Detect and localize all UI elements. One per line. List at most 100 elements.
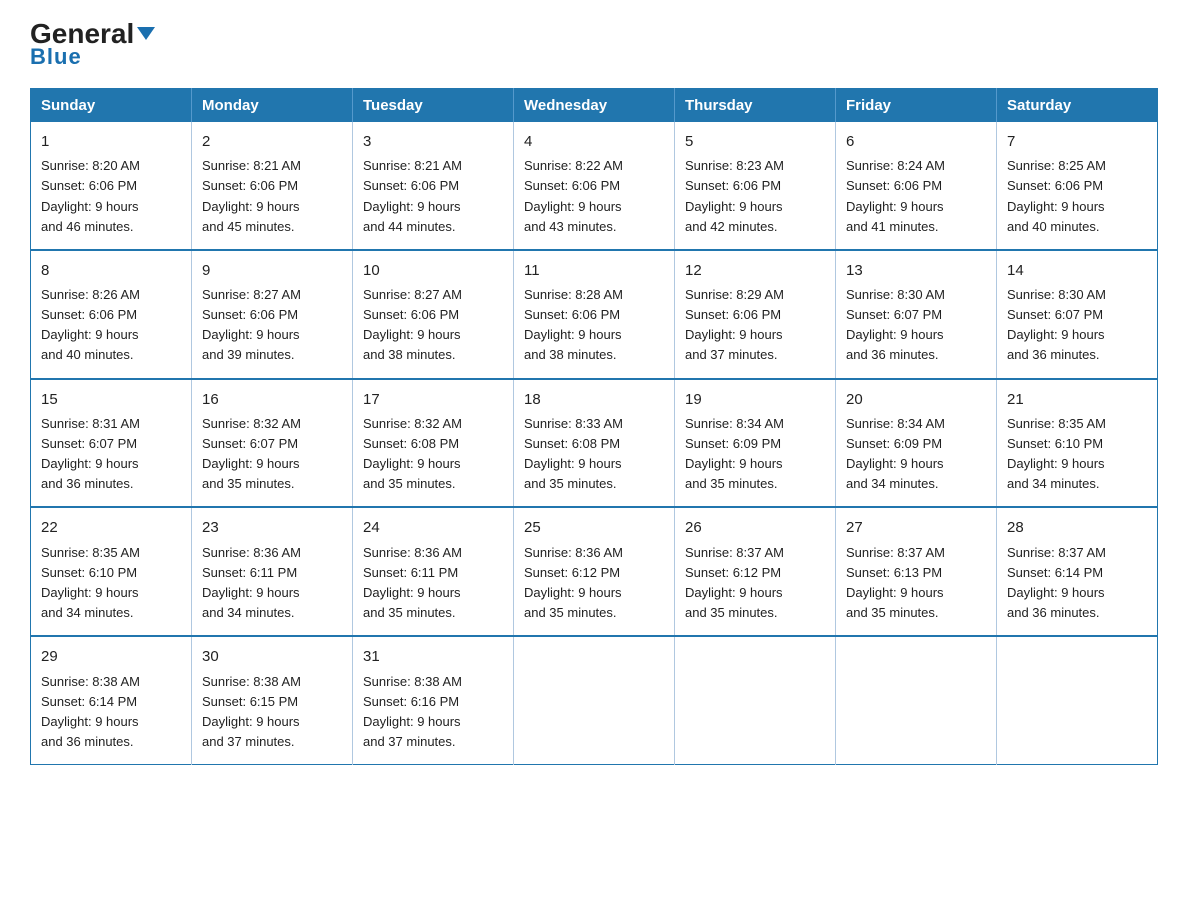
calendar-week-4: 22 Sunrise: 8:35 AMSunset: 6:10 PMDayligh…: [31, 507, 1158, 636]
day-info: Sunrise: 8:24 AMSunset: 6:06 PMDaylight:…: [846, 158, 945, 233]
day-info: Sunrise: 8:28 AMSunset: 6:06 PMDaylight:…: [524, 287, 623, 362]
day-number: 22: [41, 516, 181, 539]
calendar-week-1: 1 Sunrise: 8:20 AMSunset: 6:06 PMDaylight…: [31, 122, 1158, 250]
day-info: Sunrise: 8:34 AMSunset: 6:09 PMDaylight:…: [685, 416, 784, 491]
day-info: Sunrise: 8:33 AMSunset: 6:08 PMDaylight:…: [524, 416, 623, 491]
day-info: Sunrise: 8:36 AMSunset: 6:11 PMDaylight:…: [363, 545, 462, 620]
calendar-day-27: 27 Sunrise: 8:37 AMSunset: 6:13 PMDayligh…: [836, 507, 997, 636]
calendar-day-30: 30 Sunrise: 8:38 AMSunset: 6:15 PMDayligh…: [192, 636, 353, 764]
day-number: 9: [202, 259, 342, 282]
calendar-day-24: 24 Sunrise: 8:36 AMSunset: 6:11 PMDayligh…: [353, 507, 514, 636]
day-info: Sunrise: 8:37 AMSunset: 6:13 PMDaylight:…: [846, 545, 945, 620]
day-info: Sunrise: 8:38 AMSunset: 6:14 PMDaylight:…: [41, 674, 140, 749]
calendar-day-23: 23 Sunrise: 8:36 AMSunset: 6:11 PMDayligh…: [192, 507, 353, 636]
day-number: 7: [1007, 130, 1147, 153]
calendar-day-3: 3 Sunrise: 8:21 AMSunset: 6:06 PMDaylight…: [353, 122, 514, 250]
weekday-header-monday: Monday: [192, 89, 353, 123]
day-info: Sunrise: 8:35 AMSunset: 6:10 PMDaylight:…: [41, 545, 140, 620]
calendar-day-15: 15 Sunrise: 8:31 AMSunset: 6:07 PMDayligh…: [31, 379, 192, 508]
day-number: 23: [202, 516, 342, 539]
calendar-day-13: 13 Sunrise: 8:30 AMSunset: 6:07 PMDayligh…: [836, 250, 997, 379]
calendar-day-1: 1 Sunrise: 8:20 AMSunset: 6:06 PMDaylight…: [31, 122, 192, 250]
day-info: Sunrise: 8:27 AMSunset: 6:06 PMDaylight:…: [363, 287, 462, 362]
calendar-day-28: 28Sunrise: 8:37 AMSunset: 6:14 PMDayligh…: [997, 507, 1158, 636]
calendar-day-31: 31 Sunrise: 8:38 AMSunset: 6:16 PMDayligh…: [353, 636, 514, 764]
calendar-empty-cell: [514, 636, 675, 764]
calendar-day-19: 19 Sunrise: 8:34 AMSunset: 6:09 PMDayligh…: [675, 379, 836, 508]
day-info: Sunrise: 8:21 AMSunset: 6:06 PMDaylight:…: [202, 158, 301, 233]
calendar-empty-cell: [836, 636, 997, 764]
calendar-empty-cell: [675, 636, 836, 764]
calendar-day-10: 10 Sunrise: 8:27 AMSunset: 6:06 PMDayligh…: [353, 250, 514, 379]
day-number: 17: [363, 388, 503, 411]
day-info: Sunrise: 8:22 AMSunset: 6:06 PMDaylight:…: [524, 158, 623, 233]
day-info: Sunrise: 8:20 AMSunset: 6:06 PMDaylight:…: [41, 158, 140, 233]
calendar-day-11: 11 Sunrise: 8:28 AMSunset: 6:06 PMDayligh…: [514, 250, 675, 379]
weekday-header-wednesday: Wednesday: [514, 89, 675, 123]
day-number: 2: [202, 130, 342, 153]
day-info: Sunrise: 8:36 AMSunset: 6:12 PMDaylight:…: [524, 545, 623, 620]
day-info: Sunrise: 8:35 AMSunset: 6:10 PMDaylight:…: [1007, 416, 1106, 491]
day-number: 11: [524, 259, 664, 282]
day-info: Sunrise: 8:38 AMSunset: 6:16 PMDaylight:…: [363, 674, 462, 749]
calendar-day-26: 26Sunrise: 8:37 AMSunset: 6:12 PMDayligh…: [675, 507, 836, 636]
calendar-day-4: 4 Sunrise: 8:22 AMSunset: 6:06 PMDaylight…: [514, 122, 675, 250]
day-number: 8: [41, 259, 181, 282]
day-number: 6: [846, 130, 986, 153]
calendar-day-17: 17 Sunrise: 8:32 AMSunset: 6:08 PMDayligh…: [353, 379, 514, 508]
day-number: 15: [41, 388, 181, 411]
calendar-day-16: 16Sunrise: 8:32 AMSunset: 6:07 PMDayligh…: [192, 379, 353, 508]
logo: General Blue: [30, 20, 155, 70]
day-info: Sunrise: 8:21 AMSunset: 6:06 PMDaylight:…: [363, 158, 462, 233]
day-number: 12: [685, 259, 825, 282]
day-number: 13: [846, 259, 986, 282]
calendar-header-row: SundayMondayTuesdayWednesdayThursdayFrid…: [31, 89, 1158, 123]
calendar-day-12: 12 Sunrise: 8:29 AMSunset: 6:06 PMDayligh…: [675, 250, 836, 379]
day-number: 4: [524, 130, 664, 153]
weekday-header-saturday: Saturday: [997, 89, 1158, 123]
day-info: Sunrise: 8:31 AMSunset: 6:07 PMDaylight:…: [41, 416, 140, 491]
day-number: 20: [846, 388, 986, 411]
day-info: Sunrise: 8:38 AMSunset: 6:15 PMDaylight:…: [202, 674, 301, 749]
day-number: 1: [41, 130, 181, 153]
day-number: 29: [41, 645, 181, 668]
calendar-day-14: 14 Sunrise: 8:30 AMSunset: 6:07 PMDayligh…: [997, 250, 1158, 379]
day-number: 21: [1007, 388, 1147, 411]
page-header: General Blue: [30, 20, 1158, 70]
calendar-day-25: 25 Sunrise: 8:36 AMSunset: 6:12 PMDayligh…: [514, 507, 675, 636]
calendar-day-22: 22 Sunrise: 8:35 AMSunset: 6:10 PMDayligh…: [31, 507, 192, 636]
day-info: Sunrise: 8:36 AMSunset: 6:11 PMDaylight:…: [202, 545, 301, 620]
day-info: Sunrise: 8:37 AMSunset: 6:12 PMDaylight:…: [685, 545, 784, 620]
day-info: Sunrise: 8:30 AMSunset: 6:07 PMDaylight:…: [1007, 287, 1106, 362]
day-number: 25: [524, 516, 664, 539]
day-number: 10: [363, 259, 503, 282]
weekday-header-tuesday: Tuesday: [353, 89, 514, 123]
day-info: Sunrise: 8:27 AMSunset: 6:06 PMDaylight:…: [202, 287, 301, 362]
day-number: 18: [524, 388, 664, 411]
day-number: 3: [363, 130, 503, 153]
calendar-day-21: 21 Sunrise: 8:35 AMSunset: 6:10 PMDayligh…: [997, 379, 1158, 508]
day-number: 19: [685, 388, 825, 411]
calendar-day-8: 8 Sunrise: 8:26 AMSunset: 6:06 PMDaylight…: [31, 250, 192, 379]
day-info: Sunrise: 8:25 AMSunset: 6:06 PMDaylight:…: [1007, 158, 1106, 233]
day-number: 31: [363, 645, 503, 668]
logo-blue: Blue: [30, 44, 82, 70]
calendar-week-3: 15 Sunrise: 8:31 AMSunset: 6:07 PMDayligh…: [31, 379, 1158, 508]
calendar-day-7: 7 Sunrise: 8:25 AMSunset: 6:06 PMDaylight…: [997, 122, 1158, 250]
day-number: 14: [1007, 259, 1147, 282]
calendar-day-6: 6 Sunrise: 8:24 AMSunset: 6:06 PMDaylight…: [836, 122, 997, 250]
calendar-day-2: 2 Sunrise: 8:21 AMSunset: 6:06 PMDaylight…: [192, 122, 353, 250]
calendar-day-29: 29 Sunrise: 8:38 AMSunset: 6:14 PMDayligh…: [31, 636, 192, 764]
day-number: 24: [363, 516, 503, 539]
day-info: Sunrise: 8:29 AMSunset: 6:06 PMDaylight:…: [685, 287, 784, 362]
day-number: 27: [846, 516, 986, 539]
day-info: Sunrise: 8:30 AMSunset: 6:07 PMDaylight:…: [846, 287, 945, 362]
day-info: Sunrise: 8:23 AMSunset: 6:06 PMDaylight:…: [685, 158, 784, 233]
day-number: 5: [685, 130, 825, 153]
day-info: Sunrise: 8:34 AMSunset: 6:09 PMDaylight:…: [846, 416, 945, 491]
weekday-header-sunday: Sunday: [31, 89, 192, 123]
day-info: Sunrise: 8:26 AMSunset: 6:06 PMDaylight:…: [41, 287, 140, 362]
day-info: Sunrise: 8:32 AMSunset: 6:08 PMDaylight:…: [363, 416, 462, 491]
day-info: Sunrise: 8:37 AMSunset: 6:14 PMDaylight:…: [1007, 545, 1106, 620]
day-number: 30: [202, 645, 342, 668]
